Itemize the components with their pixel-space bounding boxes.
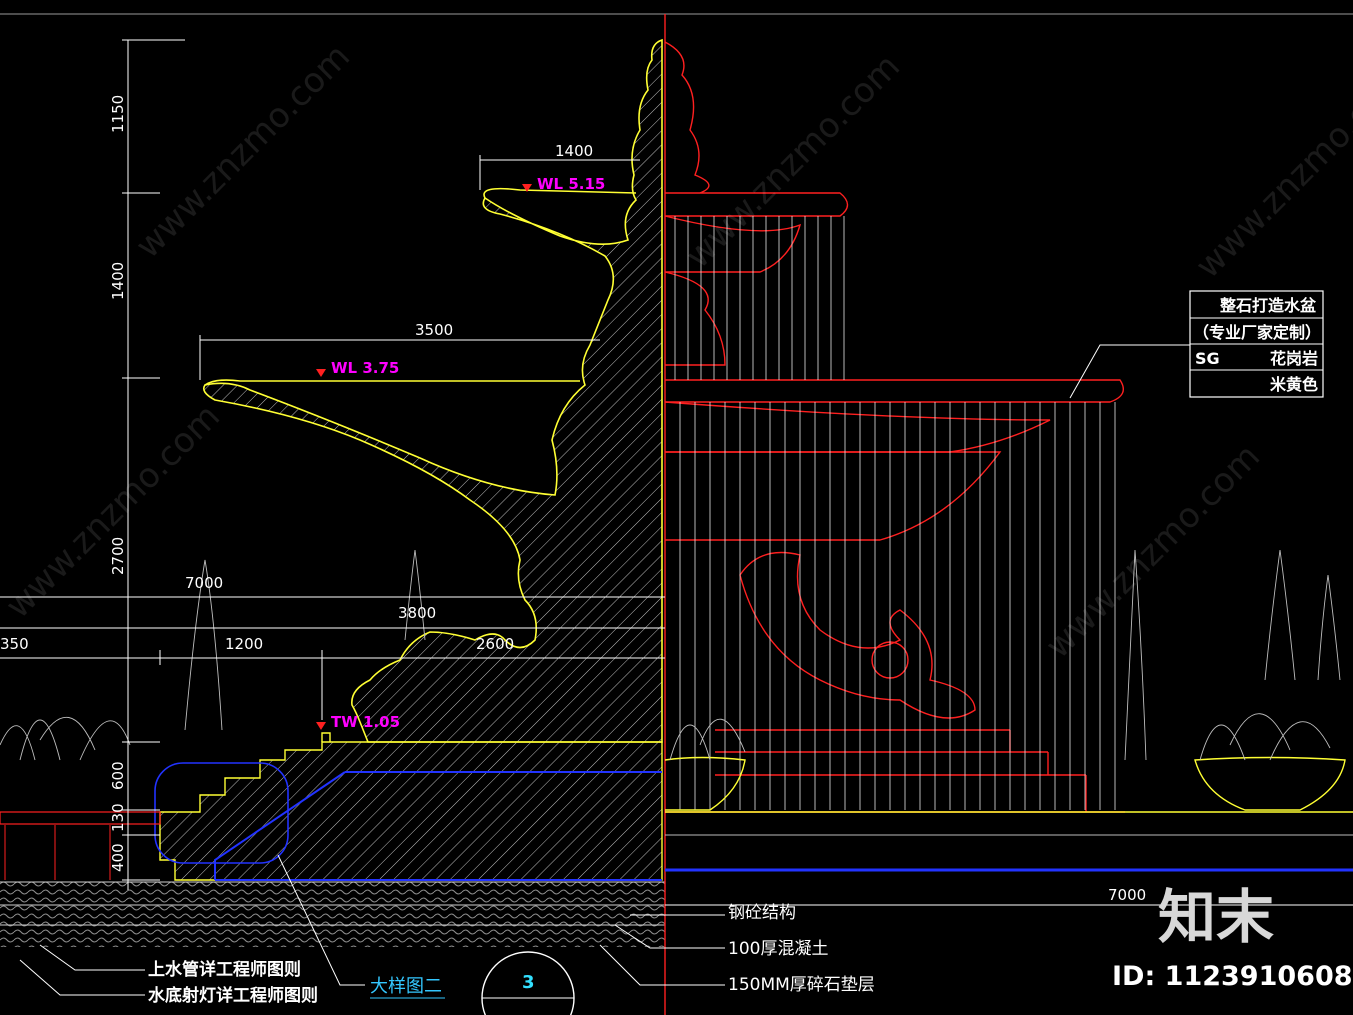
level-wl-375: WL 3.75: [331, 359, 399, 377]
note-rc-structure: 钢砼结构: [728, 903, 796, 923]
dim-v-400: 400: [109, 843, 127, 872]
legend-row-2: （专业厂家定制）: [1193, 323, 1321, 342]
left-planter-edge: [0, 811, 161, 825]
watermark-5: www.znzmo.com: [1038, 436, 1268, 666]
level-tw-105: TW 1.05: [331, 713, 400, 731]
water-curtain: [674, 216, 1116, 810]
dim-v-2700: 2700: [109, 537, 127, 575]
dim-v-130: 130: [109, 803, 127, 832]
dim-h-3500: 3500: [415, 321, 453, 339]
dim-v-1150: 1150: [109, 95, 127, 133]
level-wl-515: WL 5.15: [537, 175, 605, 193]
watermark-3: www.znzmo.com: [1188, 56, 1353, 286]
material-legend: 整石打造水盆 （专业厂家定制） SG 花岗岩 米黄色: [1189, 290, 1324, 398]
center-planter-bowl: [664, 756, 746, 811]
legend-row-1: 整石打造水盆: [1219, 296, 1317, 315]
brand-logo-text: 知末: [1158, 883, 1274, 951]
brand-id: ID: 1123910608: [1112, 961, 1353, 992]
dim-h-2600: 2600: [476, 635, 514, 653]
dim-v-600: 600: [109, 761, 127, 790]
note-concrete: 100厚混凝土: [728, 939, 828, 959]
pool-rim: [321, 732, 331, 742]
pedestal-upper: [664, 271, 726, 366]
scroll-ornament: [739, 551, 976, 719]
elevation-steps: [665, 729, 1125, 813]
watermark-1: www.znzmo.com: [128, 36, 358, 266]
dim-h-7000-right: 7000: [1108, 886, 1146, 904]
note-supply-pipe: 上水管详工程师图则: [148, 959, 301, 980]
lower-basin-bowl: [664, 401, 1051, 453]
finial-outline: [664, 41, 710, 194]
dim-h-1200: 1200: [225, 635, 263, 653]
legend-row-3-material: 花岗岩: [1270, 349, 1318, 368]
detail-number: 3: [522, 972, 535, 993]
dim-v-1400: 1400: [109, 262, 127, 300]
gravel-layer: [0, 882, 665, 947]
legend-row-4-color: 米黄色: [1270, 375, 1318, 394]
right-planter-bowl: [1194, 756, 1346, 811]
dim-h-350: 350: [0, 635, 29, 653]
lower-basin-rim: [665, 379, 1124, 403]
dim-h-1400: 1400: [555, 142, 593, 160]
note-underwater-light: 水底射灯详工程师图则: [148, 985, 318, 1006]
dim-h-7000-left: 7000: [185, 574, 223, 592]
lower-basin-lip: [204, 379, 580, 386]
left-planter-posts: [4, 825, 111, 880]
detail-label: 大样图二: [370, 976, 442, 997]
dim-h-3800: 3800: [398, 604, 436, 622]
legend-row-3-code: SG: [1195, 349, 1220, 368]
cad-drawing-canvas: 整石打造水盆 （专业厂家定制） SG 花岗岩 米黄色 1150 1400 270…: [0, 13, 1353, 1015]
note-gravel: 150MM厚碎石垫层: [728, 975, 875, 995]
